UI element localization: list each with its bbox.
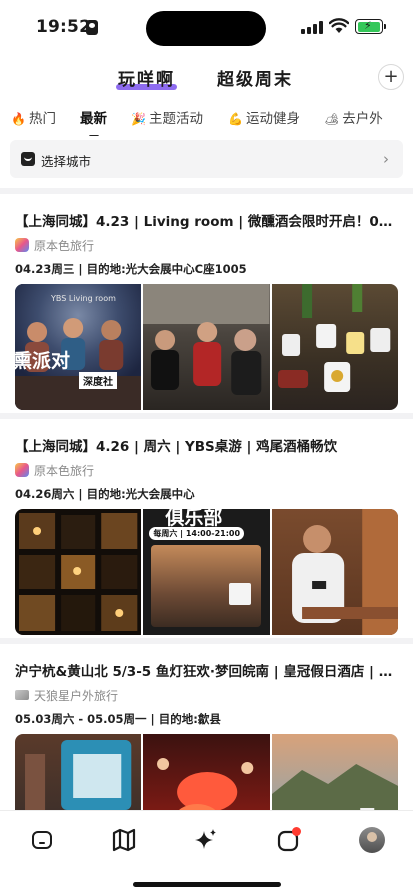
photo-caption: 熏派对: [15, 350, 71, 372]
event-meta: 04.26周六 | 目的地:光大会展中心: [15, 487, 195, 501]
top-header: 玩咩啊 超级周末 +: [0, 56, 413, 100]
organizer-logo-icon: [15, 690, 29, 700]
organizer-logo-icon: [15, 238, 29, 252]
flexed-biceps-icon: 💪: [228, 112, 243, 126]
city-selector-label: 选择城市: [41, 154, 92, 169]
avatar[interactable]: [359, 827, 385, 853]
event-photo: [15, 734, 142, 810]
photo-caption: YBS Living room: [51, 294, 116, 303]
event-photos[interactable]: [15, 734, 398, 810]
category-tabs: 🔥 热门 最新 🎉 主题活动 💪 运动健身 🏕 去户外: [0, 100, 413, 138]
event-card[interactable]: 【上海同城】4.23 | Living room | 微醺酒会限时开启！0压力……: [0, 194, 413, 413]
event-photos[interactable]: 俱乐部 每周六 | 14:00-21:00: [15, 509, 398, 635]
category-hot[interactable]: 🔥 热门: [11, 107, 56, 127]
city-icon: [21, 152, 35, 166]
home-icon[interactable]: [28, 827, 56, 855]
add-button[interactable]: +: [378, 64, 404, 90]
event-meta: 05.03周六 - 05.05周一 | 目的地:歙县: [15, 712, 221, 726]
messages-icon[interactable]: [275, 827, 303, 855]
event-photo: YBS Living room 熏派对 深度社: [15, 284, 142, 410]
chevron-right-icon: ›: [383, 150, 389, 168]
status-bar: 19:52 ⚡: [0, 0, 413, 56]
event-photo: [143, 284, 270, 410]
event-meta: 04.23周三 | 目的地:光大会展中心C座1005: [15, 262, 247, 276]
event-photo: [271, 734, 398, 810]
event-title: 【上海同城】4.26 | 周六 | YBS桌游 | 鸡尾酒桶畅饮: [15, 439, 338, 455]
event-title: 沪宁杭&黄山北 5/3-5 鱼灯狂欢·梦回皖南 | 皇冠假日酒店 | 瞻…: [15, 664, 399, 680]
event-photos[interactable]: YBS Living room 熏派对 深度社: [15, 284, 398, 410]
map-icon[interactable]: [111, 827, 139, 855]
category-outdoor[interactable]: 🏕 去户外: [324, 107, 383, 127]
status-time: 19:52: [36, 17, 92, 37]
photo-caption: 深度社: [79, 372, 117, 389]
photo-caption: 每周六 | 14:00-21:00: [149, 527, 245, 540]
party-popper-icon: 🎉: [131, 112, 146, 126]
city-selector[interactable]: 选择城市 ›: [10, 140, 403, 178]
event-organizer[interactable]: 天狼星户外旅行: [15, 687, 118, 704]
event-card[interactable]: 沪宁杭&黄山北 5/3-5 鱼灯狂欢·梦回皖南 | 皇冠假日酒店 | 瞻… 天狼…: [0, 644, 413, 810]
notification-badge: [292, 827, 301, 836]
tab-wanmiea[interactable]: 玩咩啊: [116, 65, 177, 90]
event-organizer[interactable]: 原本色旅行: [15, 237, 94, 254]
cellular-signal-icon: [301, 21, 323, 34]
category-themed-events[interactable]: 🎉 主题活动: [131, 107, 203, 127]
home-indicator: [133, 882, 281, 887]
contact-card-icon: [86, 20, 98, 35]
tab-super-weekend[interactable]: 超级周末: [217, 65, 293, 90]
event-photo: [143, 734, 270, 810]
event-photo: [271, 284, 398, 410]
wifi-icon: [329, 18, 349, 33]
battery-icon: ⚡: [355, 19, 386, 34]
fire-icon: 🔥: [11, 112, 26, 126]
event-photo: 俱乐部 每周六 | 14:00-21:00: [143, 509, 270, 635]
event-organizer[interactable]: 原本色旅行: [15, 462, 94, 479]
city-selector-section: 选择城市 ›: [0, 136, 413, 188]
category-sports-fitness[interactable]: 💪 运动健身: [228, 107, 300, 127]
event-title: 【上海同城】4.23 | Living room | 微醺酒会限时开启！0压力…: [15, 214, 399, 230]
event-card[interactable]: 【上海同城】4.26 | 周六 | YBS桌游 | 鸡尾酒桶畅饮 原本色旅行 0…: [0, 419, 413, 638]
event-photo: [271, 509, 398, 635]
sparkle-icon[interactable]: [193, 827, 221, 855]
event-photo: [15, 509, 142, 635]
outdoor-icon: 🏕: [324, 112, 340, 126]
category-newest[interactable]: 最新: [80, 107, 107, 138]
organizer-logo-icon: [15, 463, 29, 477]
dynamic-island: [146, 11, 266, 46]
